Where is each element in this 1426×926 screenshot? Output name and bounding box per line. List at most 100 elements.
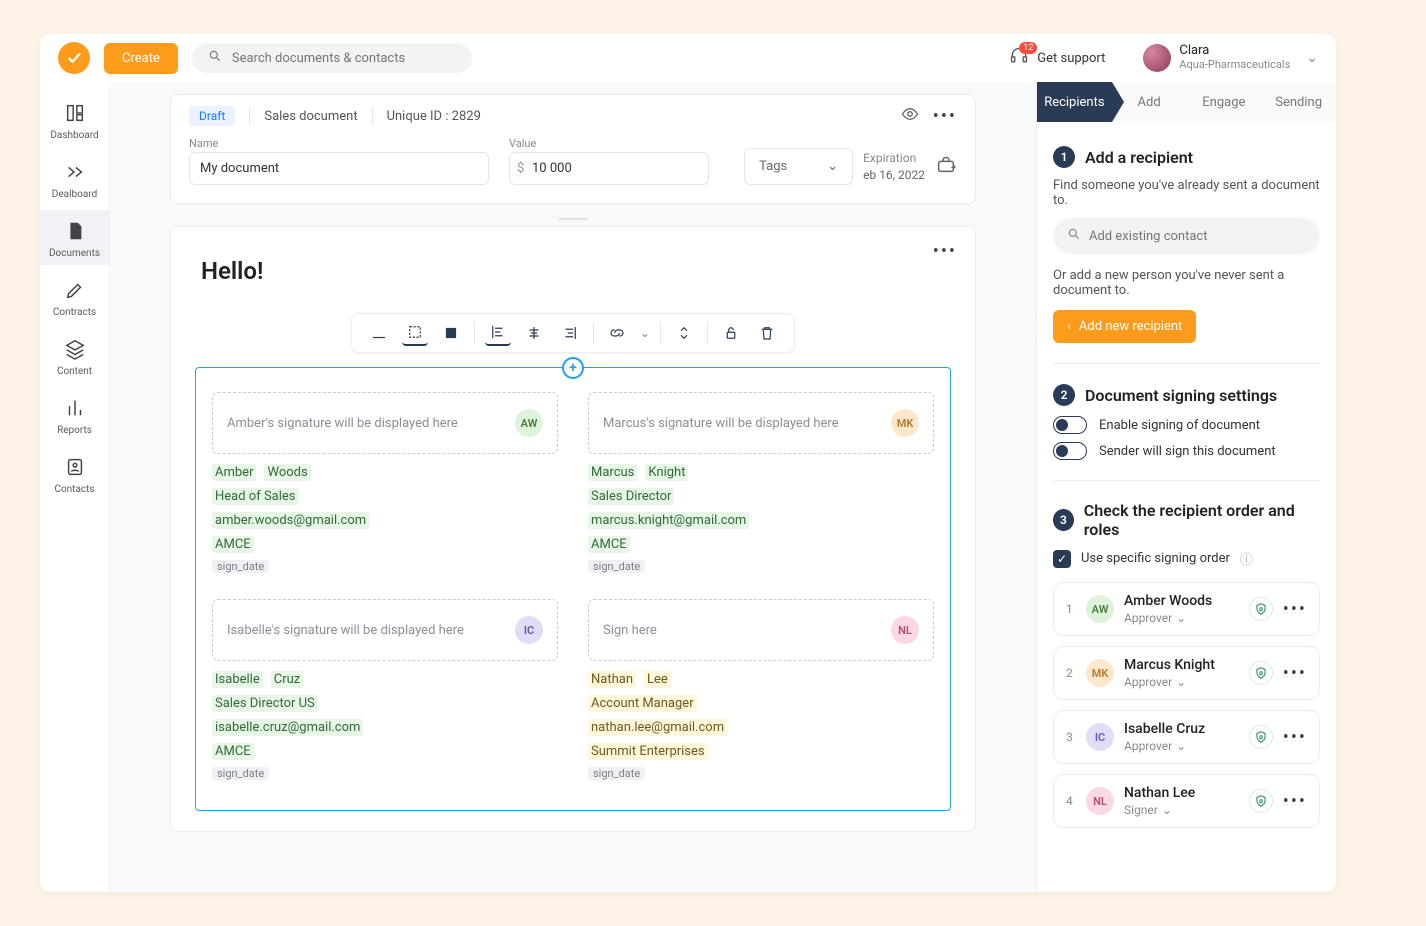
signature-field[interactable]: Sign here NL <box>588 599 934 661</box>
user-avatar <box>1143 44 1171 72</box>
section-add-recipient-title: Add a recipient <box>1085 148 1193 167</box>
tags-select[interactable]: Tags ⌄ <box>744 148 853 185</box>
doc-unique-id: Unique ID : 2829 <box>387 109 481 124</box>
recipient-more-icon[interactable]: ••• <box>1283 599 1307 620</box>
avatar-nl: NL <box>891 616 919 644</box>
checkbox-signing-order[interactable]: ✓ <box>1053 550 1071 568</box>
document-header: Draft Sales document Unique ID : 2829 ••… <box>170 94 976 204</box>
lock-icon[interactable] <box>718 320 744 346</box>
recipient-name: Amber Woods <box>1124 593 1239 609</box>
recipient-role-select[interactable]: Approver ⌄ <box>1124 611 1239 625</box>
recipient-avatar: NL <box>1086 787 1114 815</box>
toggle-enable-signing[interactable] <box>1053 416 1087 434</box>
tool-fill-icon[interactable] <box>438 320 464 346</box>
recipient-card[interactable]: 3 IC Isabelle Cruz Approver ⌄ ••• <box>1053 710 1320 764</box>
nav-contracts[interactable]: Contracts <box>40 269 110 324</box>
recipient-card[interactable]: 2 MK Marcus Knight Approver ⌄ ••• <box>1053 646 1320 700</box>
recipient-role-select[interactable]: Signer ⌄ <box>1124 803 1239 817</box>
doc-value-input[interactable] <box>509 152 709 185</box>
align-left-icon[interactable] <box>485 320 511 346</box>
briefcase-icon[interactable] <box>935 154 957 180</box>
support-badge: 12 <box>1019 42 1037 54</box>
user-menu[interactable]: Clara Aqua-Pharmaceuticals ⌄ <box>1143 44 1318 72</box>
info-icon[interactable]: ⓘ <box>1240 549 1253 568</box>
nav-content[interactable]: Content <box>40 328 110 383</box>
shield-icon[interactable] <box>1249 725 1273 749</box>
section-signing-settings-title: Document signing settings <box>1085 386 1277 405</box>
page-title: Hello! <box>201 257 951 285</box>
nav-dashboard[interactable]: Dashboard <box>40 92 110 147</box>
content-card: ••• Hello! ⌄ <box>170 226 976 832</box>
tab-recipients[interactable]: Recipients <box>1037 82 1112 122</box>
card-more-icon[interactable]: ••• <box>933 241 957 262</box>
nav-contacts[interactable]: Contacts <box>40 446 110 501</box>
shield-icon[interactable] <box>1249 789 1273 813</box>
nav-reports[interactable]: Reports <box>40 387 110 442</box>
recipient-avatar: AW <box>1086 595 1114 623</box>
recipient-name: Nathan Lee <box>1124 785 1239 801</box>
chevron-down-icon: ⌄ <box>1306 50 1318 66</box>
add-existing-contact-search[interactable] <box>1053 218 1320 254</box>
chevron-down-icon: ⌄ <box>1176 739 1186 753</box>
recipient-more-icon[interactable]: ••• <box>1283 791 1307 812</box>
search-icon <box>1067 227 1081 245</box>
sort-icon[interactable] <box>671 320 697 346</box>
global-search[interactable] <box>192 43 472 73</box>
align-center-icon[interactable] <box>521 320 547 346</box>
align-right-icon[interactable] <box>557 320 583 346</box>
recipient-name: Isabelle Cruz <box>1124 721 1239 737</box>
signature-field[interactable]: Marcus's signature will be displayed her… <box>588 392 934 454</box>
tab-engage[interactable]: Engage <box>1187 82 1262 122</box>
tool-line-icon[interactable] <box>366 320 392 346</box>
avatar-aw: AW <box>515 409 543 437</box>
chevron-down-icon: ⌄ <box>827 159 838 174</box>
user-name: Clara <box>1179 44 1290 59</box>
create-button[interactable]: Create <box>104 43 178 74</box>
trash-icon[interactable] <box>754 320 780 346</box>
chevron-down-icon[interactable]: ⌄ <box>640 326 650 340</box>
signature-field[interactable]: Isabelle's signature will be displayed h… <box>212 599 558 661</box>
tool-select-icon[interactable] <box>402 320 428 346</box>
name-label: Name <box>189 137 489 150</box>
app-logo[interactable] <box>58 42 90 74</box>
chevron-left-icon: ‹ <box>1067 319 1071 334</box>
recipient-more-icon[interactable]: ••• <box>1283 663 1307 684</box>
signature-field[interactable]: Amber's signature will be displayed here… <box>212 392 558 454</box>
recipient-role-select[interactable]: Approver ⌄ <box>1124 675 1239 689</box>
recipient-more-icon[interactable]: ••• <box>1283 727 1307 748</box>
or-text: Or add a new person you've never sent a … <box>1053 268 1320 298</box>
chevron-down-icon: ⌄ <box>1162 803 1172 817</box>
doc-name-input[interactable] <box>189 152 489 185</box>
shield-icon[interactable] <box>1249 597 1273 621</box>
expiration-value: eb 16, 2022 <box>863 167 925 184</box>
preview-icon[interactable] <box>901 105 919 127</box>
recipient-name: Marcus Knight <box>1124 657 1239 673</box>
avatar-ic: IC <box>515 616 543 644</box>
recipient-card[interactable]: 4 NL Nathan Lee Signer ⌄ ••• <box>1053 774 1320 828</box>
nav-dealboard[interactable]: Dealboard <box>40 151 110 206</box>
search-icon <box>208 49 222 67</box>
link-icon[interactable] <box>604 320 630 346</box>
shield-icon[interactable] <box>1249 661 1273 685</box>
toggle-sender-sign[interactable] <box>1053 442 1087 460</box>
status-badge-draft: Draft <box>189 106 235 126</box>
tab-sending[interactable]: Sending <box>1261 82 1336 122</box>
add-node-button[interactable]: + <box>562 357 584 379</box>
nav-documents[interactable]: Documents <box>40 210 110 265</box>
support-button[interactable]: 12 Get support <box>1009 46 1105 70</box>
recipient-role-select[interactable]: Approver ⌄ <box>1124 739 1239 753</box>
value-label: Value <box>509 137 709 150</box>
chevron-down-icon: ⌄ <box>1176 675 1186 689</box>
search-input[interactable] <box>232 51 456 66</box>
recipient-avatar: IC <box>1086 723 1114 751</box>
add-new-recipient-button[interactable]: ‹ Add new recipient <box>1053 310 1196 343</box>
avatar-mk: MK <box>891 409 919 437</box>
expiration-label: Expiration <box>863 150 925 167</box>
recipient-avatar: MK <box>1086 659 1114 687</box>
drag-handle[interactable]: ⸺ <box>110 204 1036 216</box>
recipient-card[interactable]: 1 AW Amber Woods Approver ⌄ ••• <box>1053 582 1320 636</box>
section-order-roles-title: Check the recipient order and roles <box>1084 501 1320 539</box>
signature-block[interactable]: + Amber's signature will be displayed he… <box>195 367 951 811</box>
contact-search-input[interactable] <box>1089 229 1306 244</box>
doc-more-icon[interactable]: ••• <box>933 106 957 127</box>
